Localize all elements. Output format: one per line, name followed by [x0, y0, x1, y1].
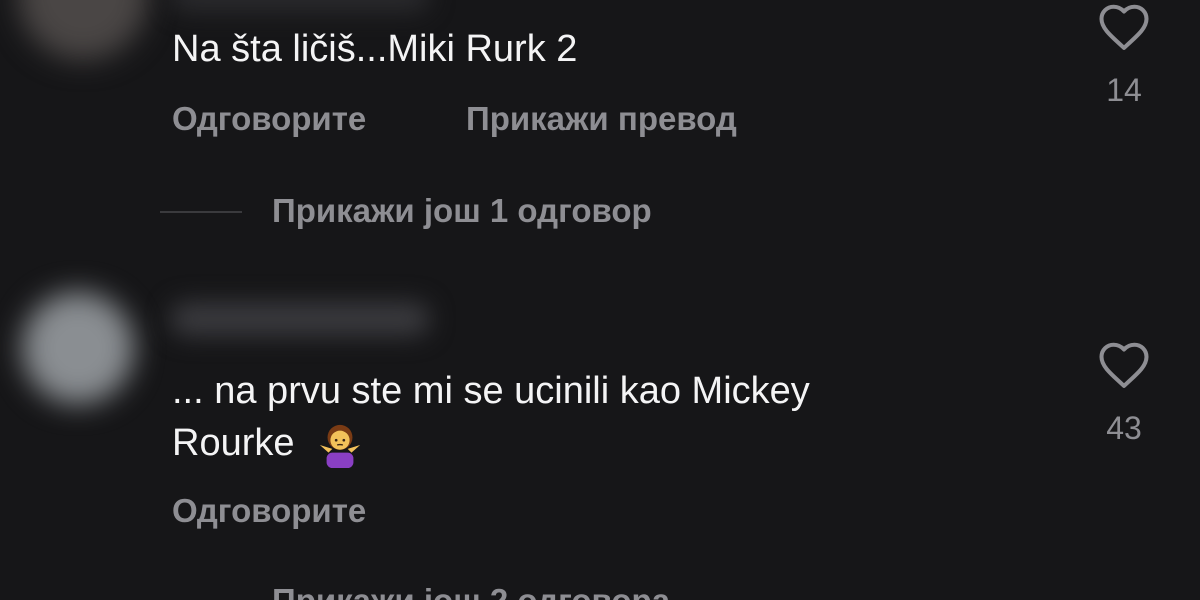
view-more-replies[interactable]: Прикажи још 1 одговор	[160, 192, 860, 232]
replies-divider	[160, 211, 242, 213]
like-count: 14	[1106, 72, 1142, 108]
comment-text-word: Rourke	[172, 422, 295, 464]
comment-text-line-1: ... na prvu ste mi se ucinili kao Mickey	[172, 370, 810, 412]
like-count: 43	[1106, 410, 1142, 446]
comment-item: Na šta ličiš...Miki Rurk 2 Одговорите Пр…	[0, 0, 1200, 250]
person-shrugging-emoji	[319, 424, 361, 468]
avatar[interactable]	[22, 292, 134, 404]
heart-outline-icon[interactable]	[1097, 340, 1151, 390]
comment-item: ... na prvu ste mi se ucinili kao Mickey…	[0, 270, 1200, 600]
username-redacted	[170, 0, 430, 12]
reply-button[interactable]: Одговорите	[172, 100, 366, 138]
avatar[interactable]	[18, 0, 148, 60]
show-translation-button[interactable]: Прикажи превод	[466, 100, 737, 138]
username-redacted	[170, 302, 430, 336]
like-block: 14	[1090, 2, 1158, 109]
comment-text-line-2: Rourke	[172, 416, 363, 470]
view-more-replies-label: Прикажи још 1 одговор	[272, 192, 652, 229]
heart-outline-icon[interactable]	[1097, 2, 1151, 52]
like-block: 43	[1090, 340, 1158, 447]
reply-button[interactable]: Одговорите	[172, 492, 366, 530]
view-more-replies[interactable]: Прикажи још 2 одговора	[160, 582, 860, 600]
comment-text: Na šta ličiš...Miki Rurk 2	[172, 28, 578, 70]
view-more-replies-label: Прикажи још 2 одговора	[272, 582, 670, 600]
